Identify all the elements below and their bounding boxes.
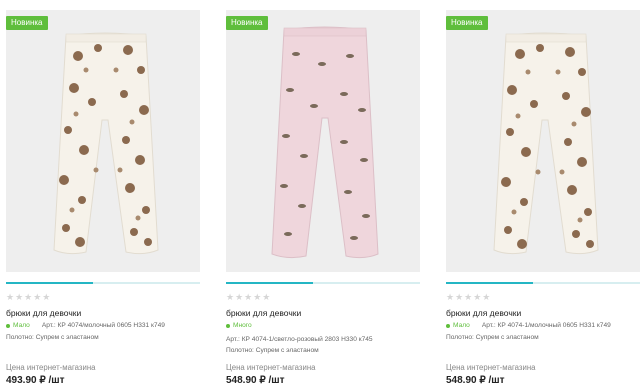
article-number: Арт.: КР 4074-1/молочный 0605 Н331 к749 bbox=[481, 322, 611, 329]
fabric-info: Полотно: Супрем с эластаном bbox=[446, 334, 539, 341]
new-badge: Новинка bbox=[226, 16, 268, 30]
product-title[interactable]: брюки для девочки bbox=[226, 308, 301, 318]
product-title[interactable]: брюки для девочки bbox=[446, 308, 521, 318]
progress-fill bbox=[446, 282, 534, 284]
product-image[interactable]: Новинка bbox=[226, 10, 420, 272]
progress-fill bbox=[6, 282, 94, 284]
price: 548.90 ₽ /шт bbox=[226, 375, 285, 386]
stock-info: Много bbox=[226, 322, 264, 329]
stock-label: Мало bbox=[13, 322, 30, 329]
price-label: Цена интернет-магазина bbox=[6, 363, 96, 372]
stock-info: Мало Арт.: КР 4074/молочный 0605 Н331 к7… bbox=[6, 322, 165, 329]
product-image[interactable]: Новинка bbox=[6, 10, 200, 272]
price: 548.90 ₽ /шт bbox=[446, 375, 505, 386]
article-number: Арт.: КР 4074-1/светло-розовый 2803 Н330… bbox=[226, 336, 373, 343]
product-card[interactable]: Новинка ★★★★★ брюки для девочки Мало Арт… bbox=[446, 0, 640, 389]
rating-stars[interactable]: ★★★★★ bbox=[226, 292, 271, 303]
fabric-info: Полотно: Супрем с эластаном bbox=[226, 347, 319, 354]
price-label: Цена интернет-магазина bbox=[226, 363, 316, 372]
price-label: Цена интернет-магазина bbox=[446, 363, 536, 372]
stock-label: Много bbox=[233, 322, 252, 329]
rating-stars[interactable]: ★★★★★ bbox=[446, 292, 491, 303]
stock-dot-icon bbox=[226, 323, 230, 328]
progress-fill bbox=[226, 282, 314, 284]
image-progress-bar bbox=[446, 282, 640, 284]
article-number: Арт.: КР 4074/молочный 0605 Н331 к749 bbox=[41, 322, 165, 329]
leggings-image bbox=[271, 26, 379, 259]
image-progress-bar bbox=[6, 282, 200, 284]
product-card[interactable]: Новинка ★★★★★ брюки для девочки Мало Арт… bbox=[6, 0, 200, 389]
stock-label: Мало bbox=[453, 322, 470, 329]
new-badge: Новинка bbox=[446, 16, 488, 30]
product-image[interactable]: Новинка bbox=[446, 10, 640, 272]
stock-dot-icon bbox=[6, 323, 10, 328]
rating-stars[interactable]: ★★★★★ bbox=[6, 292, 51, 303]
leggings-image bbox=[53, 32, 159, 255]
price: 493.90 ₽ /шт bbox=[6, 375, 65, 386]
leggings-image bbox=[493, 32, 599, 255]
fabric-info: Полотно: Супрем с эластаном bbox=[6, 334, 99, 341]
stock-dot-icon bbox=[446, 323, 450, 328]
product-title[interactable]: брюки для девочки bbox=[6, 308, 81, 318]
product-card[interactable]: Новинка ★★★★★ брюки для девочки Много Ар… bbox=[226, 0, 420, 389]
new-badge: Новинка bbox=[6, 16, 48, 30]
stock-info: Мало Арт.: КР 4074-1/молочный 0605 Н331 … bbox=[446, 322, 611, 329]
image-progress-bar bbox=[226, 282, 420, 284]
